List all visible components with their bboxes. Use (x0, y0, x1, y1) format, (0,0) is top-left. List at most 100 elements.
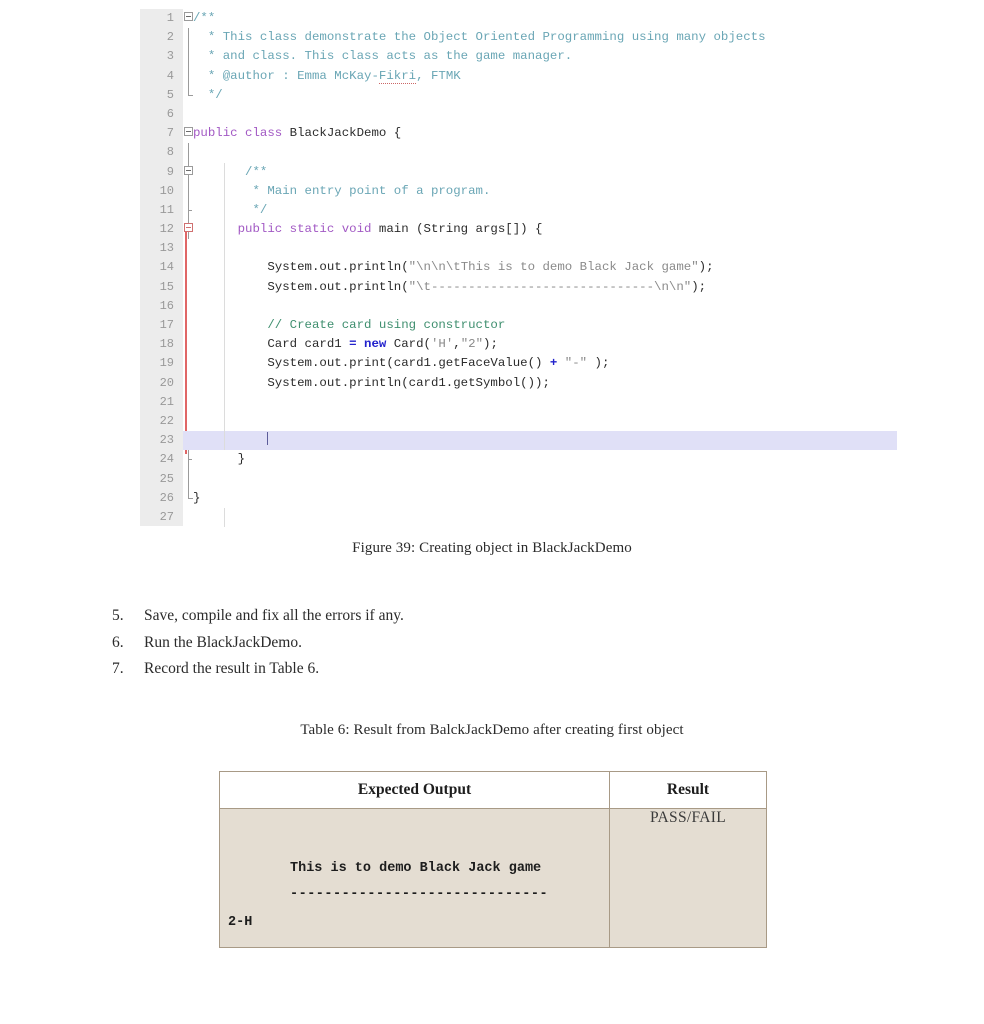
line-number: 17 (159, 318, 174, 332)
indent-guide (224, 411, 225, 432)
line-number: 7 (166, 126, 174, 141)
code-text: } (193, 490, 201, 505)
fold-marker-icon[interactable] (184, 127, 193, 137)
line-number: 25 (159, 471, 174, 486)
fold-guide (188, 66, 189, 86)
code-line[interactable]: 12 public static void main (String args[… (140, 220, 898, 240)
code-text: // Create card using constructor (193, 318, 506, 332)
fold-guide-end (188, 488, 193, 499)
line-number: 15 (159, 279, 174, 294)
line-number: 16 (159, 298, 174, 313)
code-text: public static void main (String args[]) … (193, 222, 543, 237)
code-line[interactable]: 17 // Create card using constructor (140, 316, 898, 336)
code-line[interactable]: 15 System.out.println("\t---------------… (140, 277, 898, 297)
code-line[interactable]: 4 * @author : Emma McKay-Fikri, FTMK (140, 66, 898, 86)
fold-marker-icon[interactable] (184, 165, 193, 175)
expected-output-line: 2-H (228, 915, 253, 930)
code-text: /** (193, 164, 268, 179)
list-item: 6. Run the BlackJackDemo. (112, 630, 712, 657)
code-line[interactable]: 18 Card card1 = new Card('H',"2"); (140, 335, 898, 355)
code-line-current[interactable]: 23 (140, 431, 898, 451)
line-number: 10 (159, 183, 174, 198)
code-line[interactable]: 26 } (140, 488, 898, 508)
code-text: */ (193, 202, 268, 217)
fold-guide (188, 143, 189, 163)
table-row: This is to demo Black Jack game --------… (219, 808, 767, 948)
line-number: 19 (159, 356, 174, 371)
line-number: 14 (159, 260, 174, 275)
line-number: 20 (159, 375, 174, 390)
code-line[interactable]: 7 public class BlackJackDemo { (140, 124, 898, 143)
code-line[interactable]: 19 System.out.print(card1.getFaceValue()… (140, 354, 898, 374)
line-number: 23 (159, 433, 174, 448)
code-editor[interactable]: 1 /** 2 * This class demonstrate the Obj… (140, 4, 898, 530)
code-text: System.out.print(card1.getFaceValue() + … (193, 356, 610, 371)
code-text: System.out.println("\t------------------… (193, 279, 707, 294)
expected-output-line: This is to demo Black Jack game (290, 861, 542, 876)
code-text: Card card1 = new Card('H',"2"); (193, 337, 498, 352)
list-item-number: 5. (112, 607, 124, 624)
fold-guide (188, 28, 189, 48)
list-item: 5. Save, compile and fix all the errors … (112, 603, 712, 630)
column-header-result: Result (609, 771, 767, 809)
line-number: 13 (159, 241, 174, 256)
cell-expected-output: This is to demo Black Jack game --------… (219, 808, 610, 948)
list-item-text: Run the BlackJackDemo. (144, 633, 302, 651)
code-line[interactable]: 20 System.out.println(card1.getSymbol())… (140, 373, 898, 393)
line-number: 27 (159, 509, 174, 524)
code-line[interactable]: 6 (140, 105, 898, 124)
indent-guide (224, 239, 225, 259)
code-text: */ (193, 87, 223, 102)
code-line[interactable]: 2 * This class demonstrate the Object Or… (140, 28, 898, 48)
code-text: * This class demonstrate the Object Orie… (193, 30, 766, 45)
code-line[interactable]: 10 * Main entry point of a program. (140, 181, 898, 201)
line-number: 21 (159, 394, 174, 409)
code-line[interactable]: 14 System.out.println("\n\n\tThis is to … (140, 258, 898, 278)
current-line-highlight (183, 431, 897, 451)
code-text: } (193, 452, 246, 467)
line-number: 26 (159, 490, 174, 505)
instruction-steps-list: 5. Save, compile and fix all the errors … (112, 603, 712, 683)
code-text: * and class. This class acts as the game… (193, 49, 573, 64)
list-item-text: Save, compile and fix all the errors if … (144, 607, 404, 624)
line-number: 4 (166, 68, 174, 83)
code-line[interactable]: 8 (140, 143, 898, 163)
list-item: 7. Record the result in Table 6. (112, 656, 712, 683)
code-line[interactable]: 5 */ (140, 85, 898, 105)
text-caret (267, 432, 269, 446)
list-item-number: 7. (112, 660, 124, 677)
code-line[interactable]: 13 (140, 239, 898, 259)
line-number: 5 (166, 87, 174, 102)
table-header-row: Expected Output Result (219, 771, 767, 809)
code-line[interactable]: 27 (140, 507, 898, 528)
code-text (193, 431, 269, 450)
line-number: 2 (166, 30, 174, 45)
code-line[interactable]: 25 (140, 469, 898, 489)
line-number: 24 (159, 452, 174, 467)
line-number: 9 (166, 164, 174, 179)
fold-marker-icon[interactable] (184, 12, 193, 21)
fold-marker-icon[interactable] (184, 223, 193, 233)
code-line[interactable]: 21 (140, 392, 898, 412)
code-text: /** (193, 11, 216, 25)
code-line[interactable]: 16 (140, 296, 898, 316)
code-line[interactable]: 1 /** (140, 9, 898, 28)
fold-guide (188, 181, 189, 201)
code-line[interactable]: 11 */ (140, 200, 898, 221)
list-item-text: Record the result in Table 6. (144, 660, 320, 677)
line-number: 12 (159, 222, 174, 237)
line-number: 11 (159, 202, 174, 217)
code-line[interactable]: 22 (140, 411, 898, 432)
indent-guide (224, 296, 225, 316)
line-number: 8 (166, 145, 174, 160)
code-line[interactable]: 24 } (140, 450, 898, 470)
code-text: System.out.println(card1.getSymbol()); (193, 375, 550, 390)
result-table: Expected Output Result This is to demo B… (219, 771, 767, 948)
code-text: * @author : Emma McKay-Fikri, FTMK (193, 68, 461, 84)
expected-output-line: ------------------------------ (290, 887, 549, 902)
code-figure: 1 /** 2 * This class demonstrate the Obj… (140, 4, 898, 530)
code-line[interactable]: 3 * and class. This class acts as the ga… (140, 47, 898, 67)
code-text: System.out.println("\n\n\tThis is to dem… (193, 260, 714, 275)
code-line[interactable]: 9 /** (140, 162, 898, 182)
line-number: 1 (166, 11, 174, 25)
